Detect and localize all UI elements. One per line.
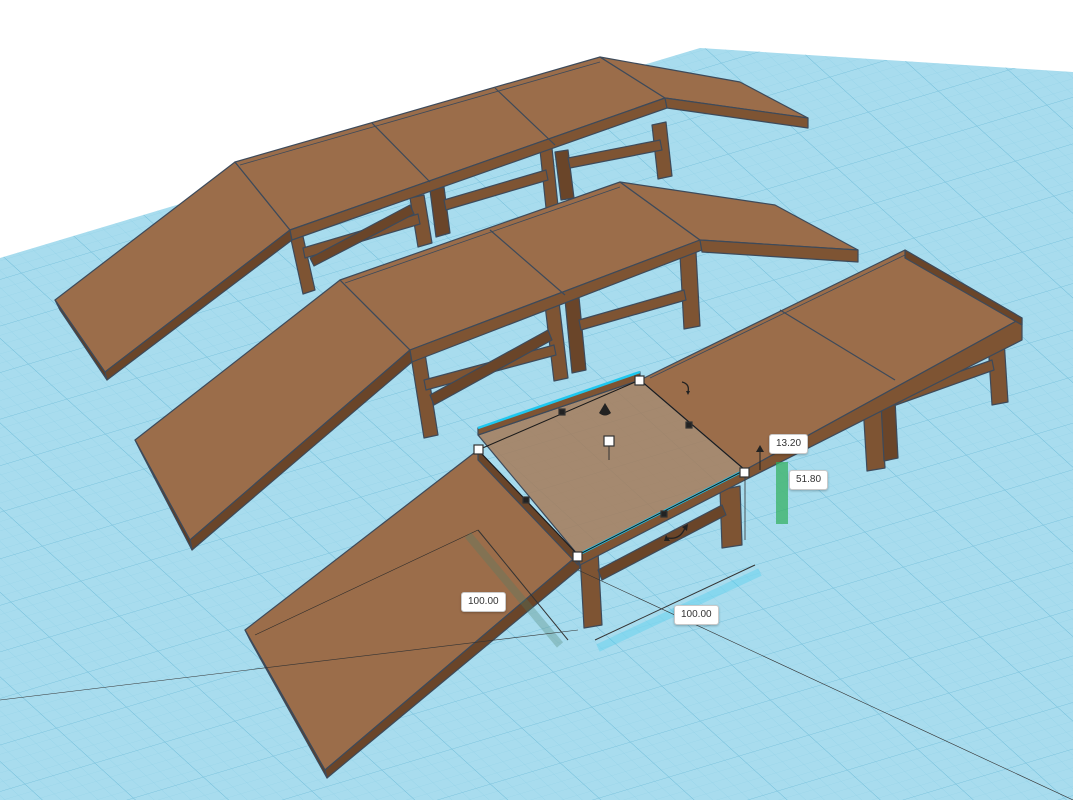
height-handle[interactable] <box>603 435 615 447</box>
length-dimension-left[interactable]: 100.00 <box>461 592 506 612</box>
corner-handle[interactable] <box>473 444 484 455</box>
edge-handle[interactable] <box>660 510 668 518</box>
corner-handle[interactable] <box>634 375 645 386</box>
height-dimension[interactable]: 51.80 <box>789 470 829 490</box>
corner-handle[interactable] <box>572 551 583 562</box>
height-indicator <box>776 462 788 524</box>
workplane-viewport[interactable] <box>0 0 1073 800</box>
edge-handle[interactable] <box>685 421 693 429</box>
corner-handle[interactable] <box>739 467 750 478</box>
edge-handle[interactable] <box>522 496 530 504</box>
length-dimension-bottom[interactable]: 100.00 <box>674 605 719 625</box>
elevation-dimension[interactable]: 13.20 <box>769 434 809 454</box>
edge-handle[interactable] <box>558 408 566 416</box>
